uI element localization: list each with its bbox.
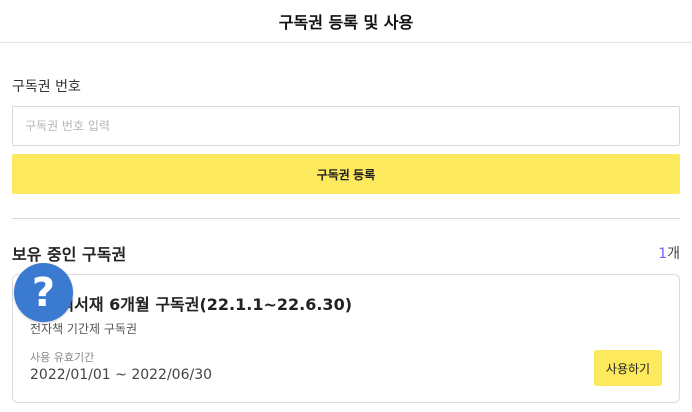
validity-period: 2022/01/01 ~ 2022/06/30 <box>30 367 213 383</box>
use-subscription-button[interactable]: 사용하기 <box>594 350 662 386</box>
subscription-subtitle: 전자책 기간제 구독권 <box>30 322 137 336</box>
subscription-title: 밀리의서재 6개월 구독권(22.1.1~22.6.30) <box>30 295 353 314</box>
subscription-code-input[interactable] <box>12 106 680 146</box>
owned-count-number: 1 <box>658 246 668 262</box>
owned-count-unit: 개 <box>667 246 680 262</box>
section-divider <box>12 218 680 219</box>
question-mark-icon[interactable]: ? <box>14 263 73 322</box>
register-subscription-button[interactable]: 구독권 등록 <box>12 154 680 194</box>
subscription-card: 밀리의서재 6개월 구독권(22.1.1~22.6.30) 전자책 기간제 구독… <box>12 274 680 403</box>
page-title: 구독권 등록 및 사용 <box>278 13 414 32</box>
owned-subscriptions-title: 보유 중인 구독권 <box>12 245 127 264</box>
validity-period-label: 사용 유효기간 <box>30 351 95 364</box>
subscription-code-label: 구독권 번호 <box>12 79 81 95</box>
owned-count: 1개 <box>658 243 680 263</box>
page-header: 구독권 등록 및 사용 <box>0 0 692 43</box>
